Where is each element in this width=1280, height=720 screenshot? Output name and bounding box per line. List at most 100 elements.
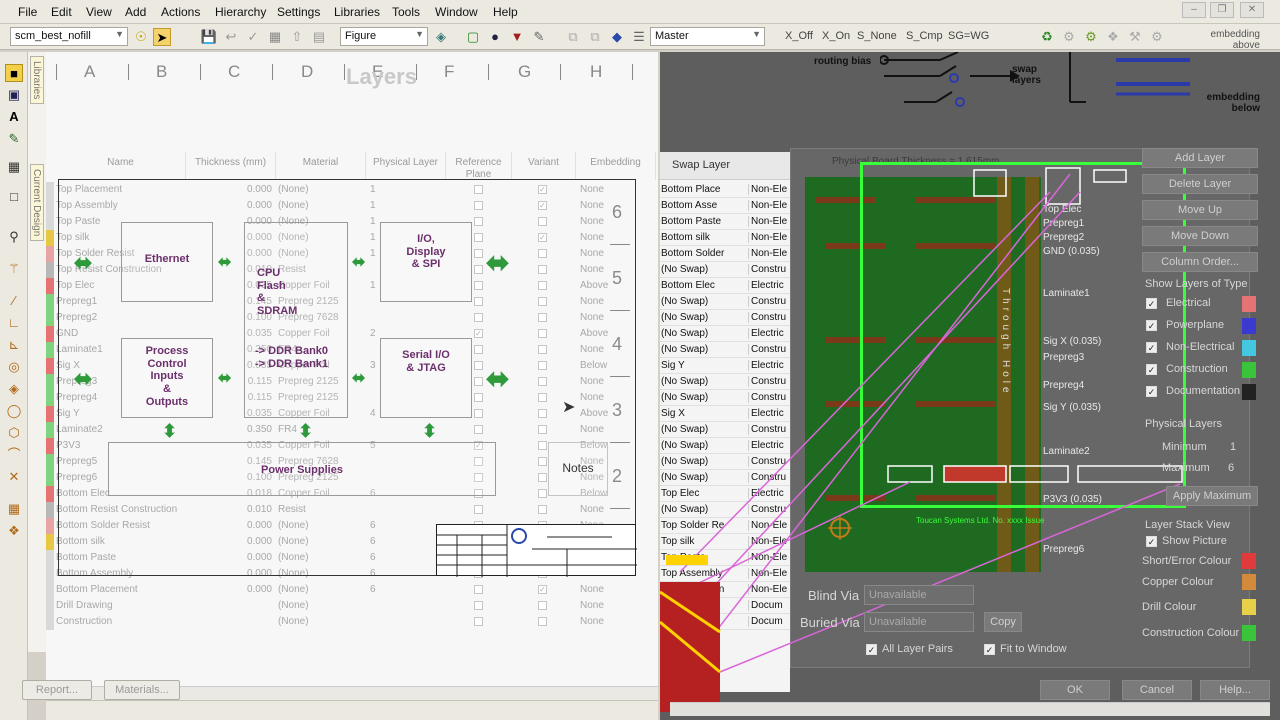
up-arrow-icon[interactable]: ⇧ bbox=[288, 28, 306, 46]
menu-help[interactable]: Help bbox=[493, 5, 518, 19]
layer-color-swatch[interactable] bbox=[46, 566, 54, 582]
blind-via-combo[interactable]: Unavailable bbox=[864, 585, 974, 605]
cross-icon[interactable]: ✕ bbox=[5, 468, 23, 486]
refresh-icon[interactable]: ♻ bbox=[1038, 28, 1056, 46]
menu-file[interactable]: File bbox=[18, 5, 37, 19]
tool-icon[interactable]: ⚒ bbox=[1126, 28, 1144, 46]
add-layer-button[interactable]: Add Layer bbox=[1142, 148, 1258, 168]
layer-color-swatch[interactable] bbox=[46, 598, 54, 614]
header-embedding[interactable]: Embedding bbox=[576, 152, 656, 180]
layer-color-swatch[interactable] bbox=[46, 358, 54, 374]
layer-color-swatch[interactable] bbox=[46, 326, 54, 342]
show-layer-checkbox[interactable]: ✓ bbox=[1146, 364, 1157, 375]
layer-color-swatch[interactable] bbox=[46, 422, 54, 438]
check-icon[interactable]: ✓ bbox=[244, 28, 262, 46]
report-button[interactable]: Report... bbox=[22, 680, 92, 700]
gear-icon[interactable]: ⚙ bbox=[1082, 28, 1100, 46]
layer-color-swatch[interactable] bbox=[46, 614, 54, 630]
hierarchy-icon[interactable]: ▤ bbox=[310, 28, 328, 46]
component-icon[interactable]: ▣ bbox=[5, 86, 23, 104]
reference-plane-checkbox[interactable] bbox=[474, 617, 483, 626]
table-row[interactable]: Bottom Placement 0.000 (None) 6 ✓ None bbox=[46, 582, 656, 598]
select-pointer-icon[interactable]: ➤ bbox=[153, 28, 171, 46]
layer-color-swatch[interactable] bbox=[46, 486, 54, 502]
menu-libraries[interactable]: Libraries bbox=[334, 5, 380, 19]
column-order-button[interactable]: Column Order... bbox=[1142, 252, 1258, 272]
edit-icon[interactable]: ✎ bbox=[530, 28, 548, 46]
text-icon[interactable]: A bbox=[5, 108, 23, 126]
header-reference-plane[interactable]: Reference Plane bbox=[446, 152, 512, 180]
variant-combo[interactable]: Master ▼ bbox=[650, 27, 765, 46]
materials-button[interactable]: Materials... bbox=[104, 680, 180, 700]
layer-color-swatch[interactable] bbox=[46, 454, 54, 470]
apply-maximum-button[interactable]: Apply Maximum bbox=[1166, 486, 1258, 506]
minimize-icon[interactable]: – bbox=[1182, 2, 1206, 18]
switch-x-off[interactable]: X_Off bbox=[785, 30, 813, 42]
layer-color-swatch[interactable] bbox=[46, 550, 54, 566]
header-material[interactable]: Material bbox=[276, 152, 366, 180]
layer-type-swatch[interactable] bbox=[1242, 384, 1256, 400]
menu-view[interactable]: View bbox=[86, 5, 112, 19]
menu-edit[interactable]: Edit bbox=[51, 5, 72, 19]
array-icon[interactable]: ▦ bbox=[5, 500, 23, 518]
show-layer-checkbox[interactable]: ✓ bbox=[1146, 386, 1157, 397]
switch-sg-wg[interactable]: SG=WG bbox=[948, 30, 989, 42]
colour-swatch[interactable] bbox=[1242, 553, 1256, 569]
move-down-button[interactable]: Move Down bbox=[1142, 226, 1258, 246]
pointer-icon[interactable]: ■ bbox=[5, 64, 23, 82]
menu-tools[interactable]: Tools bbox=[392, 5, 420, 19]
layer-color-swatch[interactable] bbox=[46, 310, 54, 326]
variant-checkbox[interactable] bbox=[538, 601, 547, 610]
layer-color-swatch[interactable] bbox=[46, 390, 54, 406]
arrows-icon[interactable]: ❖ bbox=[1104, 28, 1122, 46]
zoom-fit-icon[interactable]: ▦ bbox=[266, 28, 284, 46]
via-icon[interactable]: ◎ bbox=[5, 358, 23, 376]
block-power-supplies[interactable]: Power Supplies bbox=[108, 442, 496, 496]
all-layer-pairs-checkbox[interactable]: ✓ bbox=[866, 644, 877, 655]
route-icon[interactable]: ⚙ bbox=[1060, 28, 1078, 46]
block-serial-io[interactable]: Serial I/O & JTAG bbox=[380, 338, 472, 418]
layer-color-swatch[interactable] bbox=[46, 470, 54, 486]
header-physical-layer[interactable]: Physical Layer bbox=[366, 152, 446, 180]
grid-icon[interactable]: ▦ bbox=[5, 158, 23, 176]
variant-checkbox[interactable]: ✓ bbox=[538, 585, 547, 594]
zoom-icon[interactable]: ⚲ bbox=[5, 228, 23, 246]
polygon-icon[interactable]: ⬡ bbox=[5, 424, 23, 442]
layer-type-swatch[interactable] bbox=[1242, 318, 1256, 334]
header-name[interactable]: Name bbox=[56, 152, 186, 180]
menu-settings[interactable]: Settings bbox=[277, 5, 320, 19]
menu-window[interactable]: Window bbox=[435, 5, 478, 19]
copy-button[interactable]: Copy bbox=[984, 612, 1022, 632]
block-io-display[interactable]: I/O, Display & SPI bbox=[380, 222, 472, 302]
reference-plane-checkbox[interactable] bbox=[474, 601, 483, 610]
tab-libraries[interactable]: Libraries bbox=[30, 56, 44, 105]
layer-color-swatch[interactable] bbox=[46, 342, 54, 358]
variant-icon[interactable]: ◆ bbox=[608, 28, 626, 46]
layer-color-swatch[interactable] bbox=[46, 582, 54, 598]
layers-icon[interactable]: ◈ bbox=[432, 28, 450, 46]
frame-icon[interactable]: □ bbox=[5, 188, 23, 206]
menu-hierarchy[interactable]: Hierarchy bbox=[215, 5, 266, 19]
table-row[interactable]: Drill Drawing (None) None bbox=[46, 598, 656, 614]
rectangle-icon[interactable]: ▢ bbox=[464, 28, 482, 46]
tab-current-design[interactable]: Current Design bbox=[30, 164, 44, 242]
block-notes[interactable]: Notes bbox=[548, 442, 608, 496]
layer-color-swatch[interactable] bbox=[46, 294, 54, 310]
close-icon[interactable]: ✕ bbox=[1240, 2, 1264, 18]
save-icon[interactable]: 💾 bbox=[200, 28, 218, 46]
colour-swatch[interactable] bbox=[1242, 599, 1256, 615]
maximum-value[interactable]: 6 bbox=[1228, 462, 1234, 474]
pad-icon[interactable]: ◈ bbox=[5, 380, 23, 398]
mode-combo[interactable]: Figure ▼ bbox=[340, 27, 428, 46]
layer-type-swatch[interactable] bbox=[1242, 362, 1256, 378]
move-up-button[interactable]: Move Up bbox=[1142, 200, 1258, 220]
colour-swatch[interactable] bbox=[1242, 625, 1256, 641]
variant-checkbox[interactable] bbox=[538, 617, 547, 626]
settings-icon[interactable]: ⚙ bbox=[1148, 28, 1166, 46]
layer-color-swatch[interactable] bbox=[46, 182, 54, 198]
layer-color-swatch[interactable] bbox=[46, 406, 54, 422]
show-layer-checkbox[interactable]: ✓ bbox=[1146, 342, 1157, 353]
undo-icon[interactable]: ↩ bbox=[222, 28, 240, 46]
shape-icon[interactable]: ◯ bbox=[5, 402, 23, 420]
switch-s-cmp[interactable]: S_Cmp bbox=[906, 30, 943, 42]
